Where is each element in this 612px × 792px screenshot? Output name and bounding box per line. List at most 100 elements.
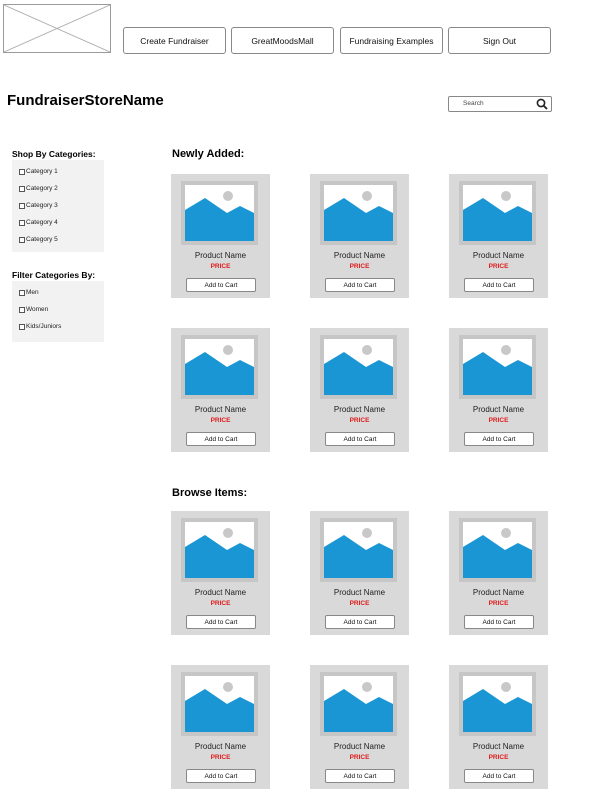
add-to-cart-button[interactable]: Add to Cart (464, 769, 534, 783)
product-price: PRICE (210, 754, 231, 761)
checkbox-label: Category 4 (26, 219, 58, 226)
product-name: Product Name (333, 742, 386, 751)
product-name: Product Name (472, 405, 525, 414)
filter-women-checkbox[interactable]: Women (19, 306, 48, 313)
product-image-icon (324, 676, 393, 732)
category-1-checkbox[interactable]: Category 1 (19, 168, 58, 175)
product-card[interactable]: Product Name PRICE Add to Cart (310, 665, 409, 789)
product-image-icon (463, 676, 532, 732)
greatmoodsmall-button[interactable]: GreatMoodsMall (231, 27, 334, 54)
sign-out-button[interactable]: Sign Out (448, 27, 551, 54)
product-image[interactable] (181, 181, 258, 245)
checkbox-icon (19, 219, 25, 226)
filters-panel: Men Women Kids/Juniors (12, 281, 104, 342)
add-to-cart-button[interactable]: Add to Cart (325, 278, 395, 292)
product-name: Product Name (194, 405, 247, 414)
product-name: Product Name (472, 588, 525, 597)
product-price: PRICE (210, 600, 231, 607)
product-image-icon (185, 676, 254, 732)
categories-panel: Category 1 Category 2 Category 3 Categor… (12, 160, 104, 252)
product-price: PRICE (488, 754, 509, 761)
add-to-cart-button[interactable]: Add to Cart (186, 278, 256, 292)
add-to-cart-button[interactable]: Add to Cart (186, 432, 256, 446)
search-icon[interactable] (536, 98, 548, 110)
search-input[interactable]: Search (448, 96, 552, 112)
fundraising-examples-button[interactable]: Fundraising Examples (340, 27, 443, 54)
product-image[interactable] (459, 518, 536, 582)
product-card[interactable]: Product Name PRICE Add to Cart (171, 665, 270, 789)
add-to-cart-button[interactable]: Add to Cart (325, 615, 395, 629)
product-card[interactable]: Product Name PRICE Add to Cart (449, 511, 548, 635)
product-card[interactable]: Product Name PRICE Add to Cart (449, 328, 548, 452)
section-title-newly-added: Newly Added: (172, 148, 245, 160)
product-card[interactable]: Product Name PRICE Add to Cart (449, 665, 548, 789)
checkbox-label: Women (26, 306, 49, 313)
product-card[interactable]: Product Name PRICE Add to Cart (310, 511, 409, 635)
product-card[interactable]: Product Name PRICE Add to Cart (310, 328, 409, 452)
checkbox-label: Kids/Juniors (26, 323, 62, 330)
product-image-icon (185, 185, 254, 241)
product-price: PRICE (488, 263, 509, 270)
product-image[interactable] (181, 518, 258, 582)
checkbox-label: Category 1 (26, 168, 58, 175)
product-image[interactable] (320, 181, 397, 245)
product-card[interactable]: Product Name PRICE Add to Cart (171, 328, 270, 452)
product-price: PRICE (349, 754, 370, 761)
filter-men-checkbox[interactable]: Men (19, 289, 39, 296)
logo-placeholder[interactable] (3, 4, 111, 53)
product-name: Product Name (194, 588, 247, 597)
product-image[interactable] (320, 335, 397, 399)
product-card[interactable]: Product Name PRICE Add to Cart (449, 174, 548, 298)
checkbox-icon (19, 289, 25, 296)
product-image[interactable] (320, 672, 397, 736)
product-price: PRICE (488, 417, 509, 424)
filter-kids-juniors-checkbox[interactable]: Kids/Juniors (19, 323, 61, 330)
create-fundraiser-button[interactable]: Create Fundraiser (123, 27, 226, 54)
product-price: PRICE (349, 600, 370, 607)
product-image[interactable] (181, 335, 258, 399)
product-image-icon (324, 339, 393, 395)
add-to-cart-button[interactable]: Add to Cart (464, 615, 534, 629)
product-image[interactable] (459, 672, 536, 736)
add-to-cart-button[interactable]: Add to Cart (325, 432, 395, 446)
category-3-checkbox[interactable]: Category 3 (19, 202, 58, 209)
add-to-cart-button[interactable]: Add to Cart (464, 278, 534, 292)
product-card[interactable]: Product Name PRICE Add to Cart (310, 174, 409, 298)
checkbox-icon (19, 202, 25, 209)
product-image[interactable] (459, 181, 536, 245)
product-image[interactable] (459, 335, 536, 399)
checkbox-icon (19, 306, 25, 313)
product-price: PRICE (488, 600, 509, 607)
product-image-icon (463, 522, 532, 578)
product-image[interactable] (181, 672, 258, 736)
product-price: PRICE (210, 417, 231, 424)
product-card[interactable]: Product Name PRICE Add to Cart (171, 174, 270, 298)
product-image-icon (185, 339, 254, 395)
product-image-icon (324, 185, 393, 241)
product-card[interactable]: Product Name PRICE Add to Cart (171, 511, 270, 635)
category-4-checkbox[interactable]: Category 4 (19, 219, 58, 226)
add-to-cart-button[interactable]: Add to Cart (186, 615, 256, 629)
product-price: PRICE (349, 417, 370, 424)
checkbox-icon (19, 185, 25, 192)
product-name: Product Name (333, 251, 386, 260)
filter-categories-title: Filter Categories By: (12, 270, 96, 280)
add-to-cart-button[interactable]: Add to Cart (186, 769, 256, 783)
image-placeholder-icon (4, 5, 110, 52)
checkbox-icon (19, 323, 25, 330)
checkbox-label: Men (26, 289, 39, 296)
product-name: Product Name (194, 742, 247, 751)
checkbox-icon (19, 236, 25, 243)
product-image[interactable] (320, 518, 397, 582)
category-2-checkbox[interactable]: Category 2 (19, 185, 58, 192)
checkbox-label: Category 2 (26, 185, 58, 192)
product-image-icon (463, 339, 532, 395)
product-name: Product Name (472, 251, 525, 260)
product-price: PRICE (349, 263, 370, 270)
category-5-checkbox[interactable]: Category 5 (19, 236, 58, 243)
add-to-cart-button[interactable]: Add to Cart (325, 769, 395, 783)
checkbox-label: Category 3 (26, 202, 58, 209)
add-to-cart-button[interactable]: Add to Cart (464, 432, 534, 446)
product-name: Product Name (333, 588, 386, 597)
product-image-icon (324, 522, 393, 578)
